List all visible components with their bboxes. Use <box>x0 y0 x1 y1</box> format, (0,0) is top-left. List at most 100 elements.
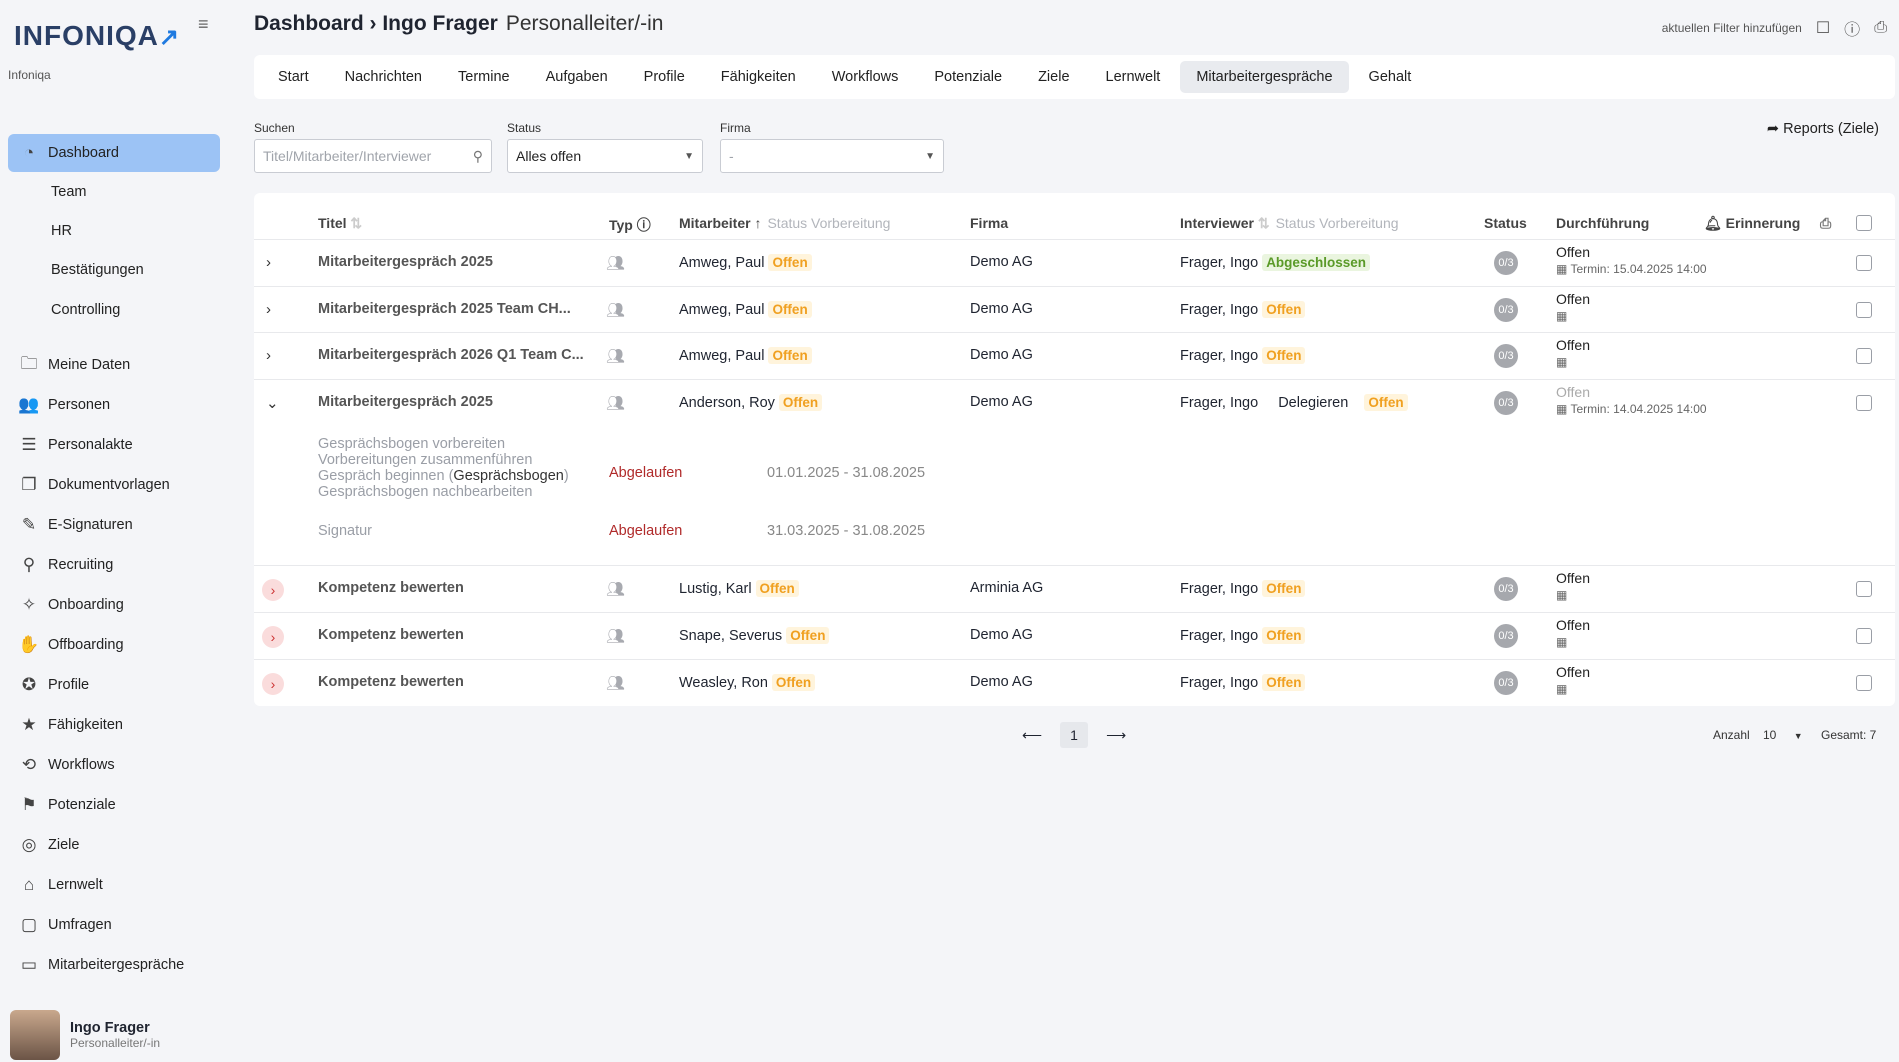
termin-line[interactable]: ▦ <box>1556 355 1590 369</box>
talk-title[interactable]: Mitarbeitergespräch 2025 Team CH... <box>318 301 571 317</box>
col-status: Status <box>1484 215 1527 231</box>
table-row[interactable]: › Mitarbeitergespräch 2025 👥︎ Amweg, Paul Of… <box>254 239 1895 287</box>
tab-lernwelt[interactable]: Lernwelt <box>1090 61 1177 93</box>
status-select[interactable]: Alles offen ▼ <box>507 139 703 173</box>
row-checkbox[interactable] <box>1856 348 1872 364</box>
chevron-right-icon[interactable]: › <box>266 254 271 271</box>
table-row[interactable]: › Kompetenz bewerten 👥︎ Weasley, Ron Offen De… <box>254 659 1895 707</box>
sidebar-subitem-hr[interactable]: HR <box>51 223 72 239</box>
termin-line[interactable]: ▦ <box>1556 309 1590 323</box>
expand-icon[interactable]: › <box>262 626 284 648</box>
table-row[interactable]: › Kompetenz bewerten 👥︎ Lustig, Karl Offen Ar… <box>254 565 1895 613</box>
sidebar-item-potenziale[interactable]: ⚑ Potenziale <box>8 786 220 824</box>
sidebar-subitem-controlling[interactable]: Controlling <box>51 302 120 318</box>
col-interviewer[interactable]: Interviewer ⇅ Status Vorbereitung <box>1180 215 1399 232</box>
select-all-checkbox[interactable] <box>1856 215 1872 231</box>
termin-line[interactable]: ▦ <box>1556 588 1590 602</box>
sidebar-item-label: Personen <box>48 397 111 413</box>
col-employee[interactable]: Mitarbeiter ↑ Status Vorbereitung <box>679 215 890 231</box>
page-size-select[interactable]: 10 ▼ <box>1763 728 1803 742</box>
talk-title[interactable]: Kompetenz bewerten <box>318 580 464 596</box>
row-checkbox[interactable] <box>1856 628 1872 644</box>
tab-ziele[interactable]: Ziele <box>1022 61 1085 93</box>
sidebar-item-lernwelt[interactable]: ⌂ Lernwelt <box>8 866 220 904</box>
talk-title[interactable]: Kompetenz bewerten <box>318 674 464 690</box>
print-icon[interactable]: ⎙ <box>1820 215 1831 232</box>
collapse-sidebar-icon[interactable]: ≡ <box>198 14 209 35</box>
sidebar-item-personen[interactable]: 👥 Personen <box>8 386 220 424</box>
print-icon[interactable]: ⎙ <box>1874 19 1887 37</box>
tab-mitarbeitergespräche[interactable]: Mitarbeitergespräche <box>1180 61 1349 93</box>
row-checkbox[interactable] <box>1856 255 1872 271</box>
bookmark-icon[interactable]: ☐ <box>1816 18 1830 38</box>
termin-line[interactable]: ▦ Termin: 14.04.2025 14:00 <box>1556 402 1707 416</box>
table-row[interactable]: ⌄ Mitarbeitergespräch 2025 👥︎ Anderson, Roy… <box>254 379 1895 566</box>
tab-termine[interactable]: Termine <box>442 61 526 93</box>
tab-potenziale[interactable]: Potenziale <box>918 61 1018 93</box>
col-title[interactable]: Titel ⇅ <box>318 215 362 232</box>
user-profile[interactable]: Ingo Frager Personalleiter/-in <box>10 1010 160 1060</box>
status-label: Status <box>507 121 542 135</box>
sidebar-subitem-team[interactable]: Team <box>51 184 86 200</box>
tab-start[interactable]: Start <box>262 61 325 93</box>
talk-title[interactable]: Mitarbeitergespräch 2025 <box>318 394 493 410</box>
table-row[interactable]: › Mitarbeitergespräch 2026 Q1 Team C... 👥︎… <box>254 332 1895 380</box>
sidebar-item-personalakte[interactable]: ☰ Personalakte <box>8 426 220 464</box>
talk-title[interactable]: Kompetenz bewerten <box>318 627 464 643</box>
sidebar-item-fähigkeiten[interactable]: ★ Fähigkeiten <box>8 706 220 744</box>
target-icon: ◎ <box>21 835 37 854</box>
talk-title[interactable]: Mitarbeitergespräch 2025 <box>318 254 493 270</box>
page-button[interactable]: 1 <box>1060 722 1089 748</box>
chevron-right-icon[interactable]: › <box>266 301 271 318</box>
sidebar-item-dashboard[interactable]: ◔ Dashboard <box>8 134 220 172</box>
sidebar-item-workflows[interactable]: ⟲ Workflows <box>8 746 220 784</box>
info-icon[interactable]: ⓘ <box>637 217 651 233</box>
person-pair-icon: 👥︎ <box>606 675 626 692</box>
tab-fähigkeiten[interactable]: Fähigkeiten <box>705 61 812 93</box>
sidebar-item-dokumentvorlagen[interactable]: ❐ Dokumentvorlagen <box>8 466 220 504</box>
tab-profile[interactable]: Profile <box>628 61 701 93</box>
tab-workflows[interactable]: Workflows <box>816 61 915 93</box>
chevron-down-icon[interactable]: ⌄ <box>266 394 279 412</box>
prev-page-icon[interactable]: ⟵ <box>1022 727 1042 744</box>
person-pair-icon: 👥︎ <box>606 395 626 412</box>
next-page-icon[interactable]: ⟶ <box>1106 727 1126 744</box>
expand-icon[interactable]: › <box>262 673 284 695</box>
sidebar-item-mitarbeitergespräche[interactable]: ▭ Mitarbeitergespräche <box>8 946 220 984</box>
tab-gehalt[interactable]: Gehalt <box>1353 61 1428 93</box>
sidebar-item-profile[interactable]: ✪ Profile <box>8 666 220 704</box>
sidebar-item-meine-daten[interactable]: 🗀 Meine Daten <box>8 346 220 384</box>
sidebar-item-e-signaturen[interactable]: ✎ E-Signaturen <box>8 506 220 544</box>
termin-line[interactable]: ▦ <box>1556 635 1590 649</box>
col-reminder[interactable]: 🔔︎ Erinnerung <box>1704 215 1800 232</box>
sidebar-item-offboarding[interactable]: ✋ Offboarding <box>8 626 220 664</box>
help-icon[interactable]: ⓘ <box>1844 16 1860 40</box>
search-input[interactable]: Titel/Mitarbeiter/Interviewer ⚲ <box>254 139 492 173</box>
row-checkbox[interactable] <box>1856 675 1872 691</box>
file-list-icon: ☰ <box>21 435 37 454</box>
sidebar-subitem-bestätigungen[interactable]: Bestätigungen <box>51 262 144 278</box>
termin-line[interactable]: ▦ <box>1556 682 1590 696</box>
table-row[interactable]: › Mitarbeitergespräch 2025 Team CH... 👥︎ Am… <box>254 286 1895 333</box>
delegate-button[interactable]: Delegieren <box>1278 395 1348 411</box>
questionnaire-link[interactable]: Gesprächsbogen <box>453 468 563 484</box>
sidebar-item-ziele[interactable]: ◎ Ziele <box>8 826 220 864</box>
tab-aufgaben[interactable]: Aufgaben <box>530 61 624 93</box>
graduation-icon: ⌂ <box>23 875 35 894</box>
calendar-icon: ▦ <box>1556 309 1568 323</box>
reports-link[interactable]: ➦ Reports (Ziele) <box>1767 121 1879 137</box>
sidebar-item-umfragen[interactable]: ▢ Umfragen <box>8 906 220 944</box>
firma-select[interactable]: - ▼ <box>720 139 944 173</box>
table-row[interactable]: › Kompetenz bewerten 👥︎ Snape, Severus Offen… <box>254 612 1895 660</box>
expand-icon[interactable]: › <box>262 579 284 601</box>
termin-line[interactable]: ▦ Termin: 15.04.2025 14:00 <box>1556 262 1707 276</box>
chevron-right-icon[interactable]: › <box>266 347 271 364</box>
row-checkbox[interactable] <box>1856 302 1872 318</box>
row-checkbox[interactable] <box>1856 395 1872 411</box>
talk-title[interactable]: Mitarbeitergespräch 2026 Q1 Team C... <box>318 347 584 363</box>
row-checkbox[interactable] <box>1856 581 1872 597</box>
tab-nachrichten[interactable]: Nachrichten <box>329 61 438 93</box>
sidebar-item-onboarding[interactable]: ✧ Onboarding <box>8 586 220 624</box>
sidebar-item-recruiting[interactable]: ⚲ Recruiting <box>8 546 220 584</box>
add-filter-link[interactable]: aktuellen Filter hinzufügen <box>1662 21 1802 35</box>
